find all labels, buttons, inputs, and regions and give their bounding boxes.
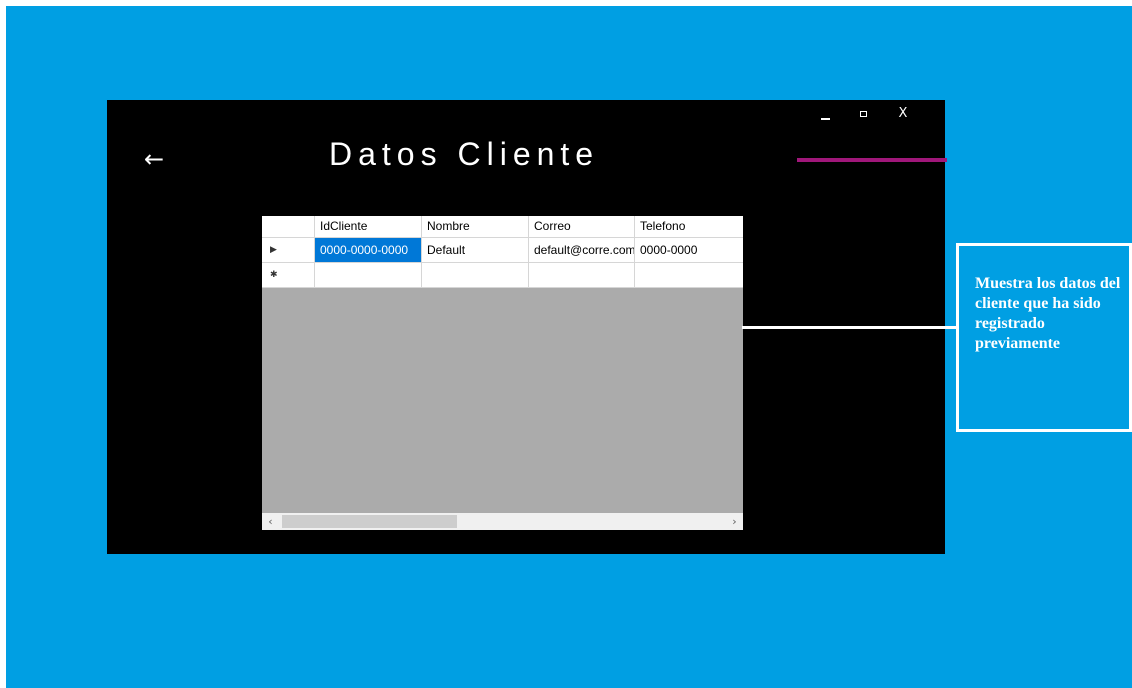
cell-correo[interactable] — [529, 263, 635, 287]
back-arrow-icon[interactable]: ← — [137, 144, 171, 174]
column-header-idcliente[interactable]: IdCliente — [315, 216, 422, 237]
table-row[interactable]: ▶ 0000-0000-0000 Default default@corre.c… — [262, 238, 743, 263]
column-header-telefono[interactable]: Telefono — [635, 216, 743, 237]
cell-correo[interactable]: default@corre.com — [529, 238, 635, 262]
horizontal-scrollbar[interactable]: ‹ › — [262, 513, 743, 530]
callout-connector-line — [742, 326, 956, 329]
minimize-icon[interactable] — [815, 104, 837, 124]
scroll-left-icon[interactable]: ‹ — [262, 513, 279, 530]
row-header[interactable]: ✱ — [262, 263, 315, 287]
cell-nombre[interactable] — [422, 263, 529, 287]
accent-underline — [797, 158, 947, 162]
scroll-right-icon[interactable]: › — [726, 513, 743, 530]
new-row-asterisk-icon: ✱ — [270, 270, 278, 280]
clientes-data-grid[interactable]: IdCliente Nombre Correo Telefono ▶ 0000-… — [262, 216, 743, 530]
page-title: Datos Cliente — [329, 136, 600, 172]
new-row[interactable]: ✱ — [262, 263, 743, 288]
slide-background: X ← Datos Cliente IdCliente Nombre Corre… — [6, 6, 1132, 688]
maximize-icon[interactable] — [853, 104, 875, 124]
cell-idcliente[interactable] — [315, 263, 422, 287]
cell-telefono[interactable] — [635, 263, 743, 287]
scrollbar-thumb[interactable] — [282, 515, 457, 528]
close-button[interactable]: X — [892, 104, 914, 124]
grid-header-row: IdCliente Nombre Correo Telefono — [262, 216, 743, 238]
annotation-callout: Muestra los datos del cliente que ha sid… — [956, 243, 1132, 432]
cell-telefono[interactable]: 0000-0000 — [635, 238, 743, 262]
row-header[interactable]: ▶ — [262, 238, 315, 262]
annotation-text: Muestra los datos del cliente que ha sid… — [975, 275, 1121, 352]
column-header-nombre[interactable]: Nombre — [422, 216, 529, 237]
cell-idcliente[interactable]: 0000-0000-0000 — [315, 238, 422, 262]
cell-nombre[interactable]: Default — [422, 238, 529, 262]
column-header-correo[interactable]: Correo — [529, 216, 635, 237]
current-row-arrow-icon: ▶ — [270, 245, 277, 255]
row-header-corner[interactable] — [262, 216, 315, 237]
